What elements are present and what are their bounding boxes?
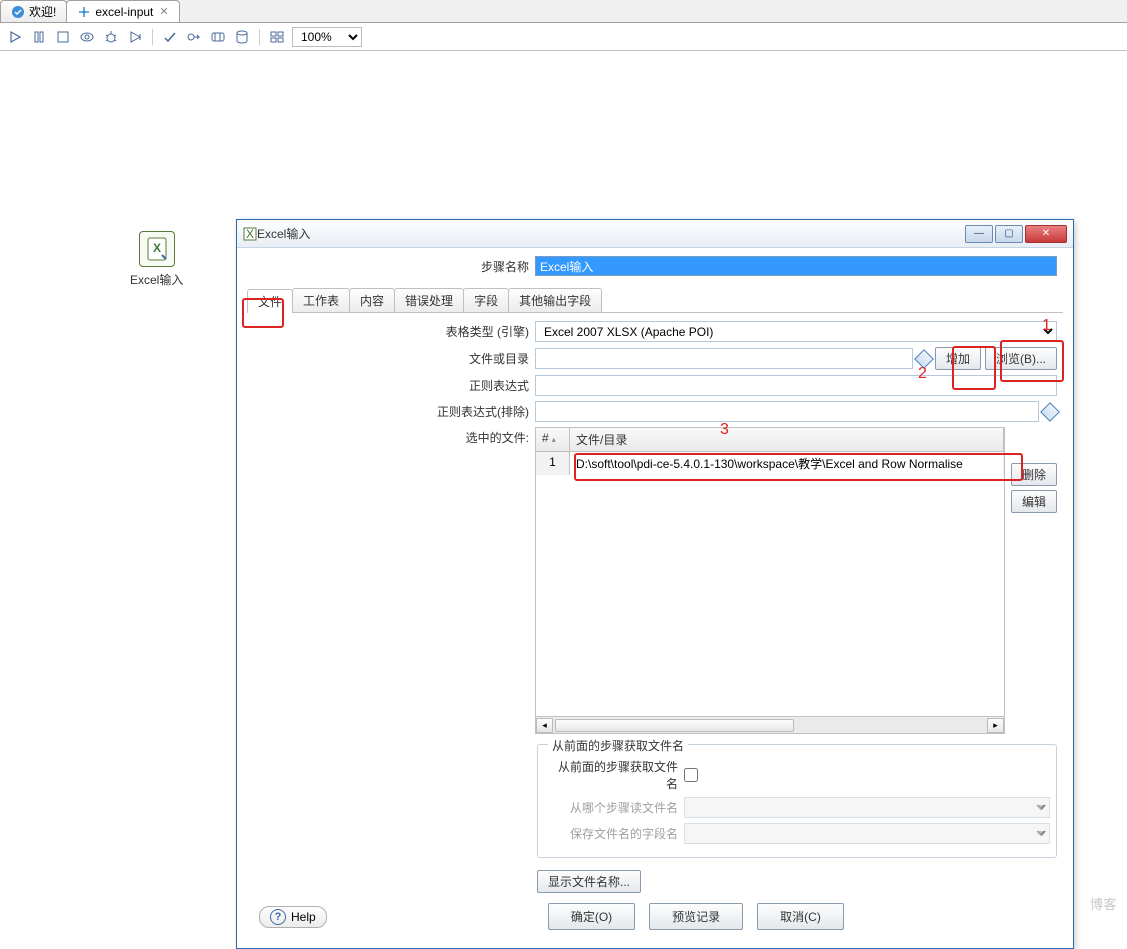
col-num[interactable]: #▴ bbox=[536, 428, 570, 451]
filename-field-label: 保存文件名的字段名 bbox=[548, 825, 678, 842]
toolbar-separator bbox=[259, 29, 260, 45]
row-num: 1 bbox=[536, 452, 570, 475]
filename-field-select bbox=[684, 823, 1050, 844]
transform-icon bbox=[77, 5, 91, 19]
from-step-label: 从哪个步骤读文件名 bbox=[548, 799, 678, 816]
table-row[interactable]: 1 D:\soft\tool\pdi-ce-5.4.0.1-130\worksp… bbox=[536, 452, 1004, 475]
from-step-select bbox=[684, 797, 1050, 818]
close-button[interactable]: ✕ bbox=[1025, 225, 1067, 243]
maximize-button[interactable]: ▢ bbox=[995, 225, 1023, 243]
preview-icon[interactable] bbox=[78, 28, 96, 46]
col-file-dir[interactable]: 文件/目录 bbox=[570, 428, 1004, 451]
dialog-tabs: 文件 工作表 内容 错误处理 字段 其他输出字段 bbox=[247, 288, 1063, 313]
tab-active-label: excel-input bbox=[95, 5, 153, 19]
welcome-icon bbox=[11, 5, 25, 19]
dialog-icon: X bbox=[243, 227, 257, 241]
step-name-input[interactable] bbox=[535, 256, 1057, 276]
tab-close-icon[interactable]: ✕ bbox=[159, 5, 168, 18]
tab-excel-input[interactable]: excel-input ✕ bbox=[66, 0, 179, 22]
zoom-select[interactable]: 100% bbox=[292, 27, 362, 47]
accept-from-previous-fieldset: 从前面的步骤获取文件名 从前面的步骤获取文件名 从哪个步骤读文件名 bbox=[537, 744, 1057, 858]
tab-other-output[interactable]: 其他输出字段 bbox=[508, 288, 602, 312]
sql-icon[interactable] bbox=[209, 28, 227, 46]
step-excel-input[interactable]: X Excel输入 bbox=[130, 231, 183, 288]
cancel-button[interactable]: 取消(C) bbox=[757, 903, 844, 930]
accept-filenames-label: 从前面的步骤获取文件名 bbox=[548, 758, 678, 792]
add-button[interactable]: 增加 bbox=[935, 347, 981, 370]
regex-input[interactable] bbox=[535, 375, 1057, 396]
watermark: 博客 bbox=[1090, 894, 1117, 913]
replay-icon[interactable] bbox=[126, 28, 144, 46]
minimize-button[interactable]: — bbox=[965, 225, 993, 243]
file-or-dir-input[interactable] bbox=[535, 348, 913, 369]
svg-text:X: X bbox=[153, 241, 161, 255]
tab-content[interactable]: 内容 bbox=[349, 288, 395, 312]
preview-button[interactable]: 预览记录 bbox=[649, 903, 743, 930]
regex-excl-label: 正则表达式(排除) bbox=[247, 403, 529, 420]
layout-icon[interactable] bbox=[268, 28, 286, 46]
excel-input-dialog: X Excel输入 — ▢ ✕ 步骤名称 文件 工作表 内容 错误处理 字段 其… bbox=[236, 219, 1074, 949]
pause-icon[interactable] bbox=[30, 28, 48, 46]
regex-excl-input[interactable] bbox=[535, 401, 1039, 422]
edit-button[interactable]: 编辑 bbox=[1011, 490, 1057, 513]
dialog-title: Excel输入 bbox=[257, 225, 965, 242]
stop-icon[interactable] bbox=[54, 28, 72, 46]
selected-files-label: 选中的文件: bbox=[247, 427, 529, 734]
explore-db-icon[interactable] bbox=[233, 28, 251, 46]
sheet-type-select[interactable]: Excel 2007 XLSX (Apache POI) bbox=[535, 321, 1057, 342]
scroll-right-icon[interactable]: ▸ bbox=[987, 718, 1004, 733]
debug-icon[interactable] bbox=[102, 28, 120, 46]
excel-file-icon: X bbox=[146, 237, 168, 261]
run-icon[interactable] bbox=[6, 28, 24, 46]
step-label: Excel输入 bbox=[130, 271, 183, 288]
tab-file[interactable]: 文件 bbox=[247, 289, 293, 313]
tab-error[interactable]: 错误处理 bbox=[394, 288, 464, 312]
tab-welcome[interactable]: 欢迎! bbox=[0, 0, 67, 22]
show-filenames-button[interactable]: 显示文件名称... bbox=[537, 870, 641, 893]
file-or-dir-label: 文件或目录 bbox=[247, 350, 529, 367]
canvas: X Excel输入 X Excel输入 — ▢ ✕ 步骤名称 文件 工作表 内容… bbox=[0, 51, 1127, 919]
toolbar: 100% bbox=[0, 23, 1127, 51]
horizontal-scrollbar[interactable]: ◂ ▸ bbox=[536, 716, 1004, 733]
ok-button[interactable]: 确定(O) bbox=[548, 903, 635, 930]
step-name-label: 步骤名称 bbox=[247, 258, 529, 275]
variable-icon[interactable] bbox=[1040, 402, 1060, 422]
help-button[interactable]: ? Help bbox=[259, 906, 327, 928]
svg-text:X: X bbox=[246, 227, 254, 241]
regex-label: 正则表达式 bbox=[247, 377, 529, 394]
scroll-thumb[interactable] bbox=[555, 719, 794, 732]
accept-filenames-checkbox[interactable] bbox=[684, 768, 698, 782]
tab-welcome-label: 欢迎! bbox=[29, 3, 56, 20]
browse-button[interactable]: 浏览(B)... bbox=[985, 347, 1057, 370]
toolbar-separator bbox=[152, 29, 153, 45]
selected-files-table: #▴ 文件/目录 1 D:\soft\tool\pdi-ce-5.4.0.1-1… bbox=[535, 427, 1005, 734]
row-path: D:\soft\tool\pdi-ce-5.4.0.1-130\workspac… bbox=[570, 452, 1004, 475]
tab-fields[interactable]: 字段 bbox=[463, 288, 509, 312]
delete-button[interactable]: 删除 bbox=[1011, 463, 1057, 486]
help-icon: ? bbox=[270, 909, 286, 925]
verify-icon[interactable] bbox=[161, 28, 179, 46]
tab-sheets[interactable]: 工作表 bbox=[292, 288, 350, 312]
editor-tabs: 欢迎! excel-input ✕ bbox=[0, 0, 1127, 23]
fieldset-legend: 从前面的步骤获取文件名 bbox=[548, 737, 688, 754]
impact-icon[interactable] bbox=[185, 28, 203, 46]
scroll-left-icon[interactable]: ◂ bbox=[536, 718, 553, 733]
dialog-titlebar[interactable]: X Excel输入 — ▢ ✕ bbox=[237, 220, 1073, 248]
sheet-type-label: 表格类型 (引擎) bbox=[247, 323, 529, 340]
variable-icon[interactable] bbox=[914, 349, 934, 369]
